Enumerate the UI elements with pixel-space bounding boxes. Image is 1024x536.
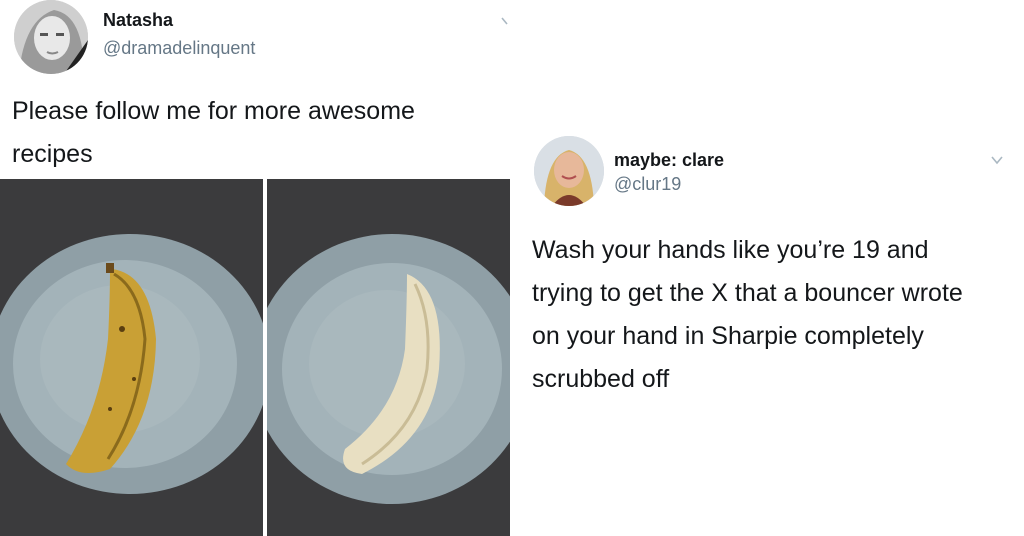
user-name[interactable]: Natasha	[103, 10, 173, 31]
photo-banana-peeled-off[interactable]	[0, 179, 263, 536]
user-handle[interactable]: @clur19	[614, 174, 681, 195]
banana-photo-1	[0, 179, 263, 536]
tweet-text-line-4: scrubbed off	[532, 365, 670, 393]
user-name[interactable]: maybe: clare	[614, 150, 724, 171]
chevron-down-icon[interactable]	[990, 153, 1004, 167]
photo-banana-peeled[interactable]	[267, 179, 510, 536]
tweet-text-line-3: on your hand in Sharpie completely	[532, 322, 924, 350]
banana-photo-2	[267, 179, 510, 536]
tweet-natasha: Natasha @dramadelinquent Please follow m…	[0, 0, 518, 536]
chevron-down-icon[interactable]	[500, 14, 514, 28]
tweet-text-line-2: trying to get the X that a bouncer wrote	[532, 279, 963, 307]
tweet-text-line-2: recipes	[12, 140, 93, 168]
user-handle[interactable]: @dramadelinquent	[103, 38, 255, 59]
avatar-clare-image	[534, 136, 604, 206]
tweet-text-line-1: Wash your hands like you’re 19 and	[532, 236, 929, 264]
tweet-clare: maybe: clare @clur19 Wash your hands lik…	[520, 0, 1024, 536]
avatar-natasha-image	[14, 0, 88, 74]
tweet-text-line-1: Please follow me for more awesome	[12, 97, 415, 125]
avatar-natasha[interactable]	[14, 0, 88, 74]
avatar-clare[interactable]	[534, 136, 604, 206]
